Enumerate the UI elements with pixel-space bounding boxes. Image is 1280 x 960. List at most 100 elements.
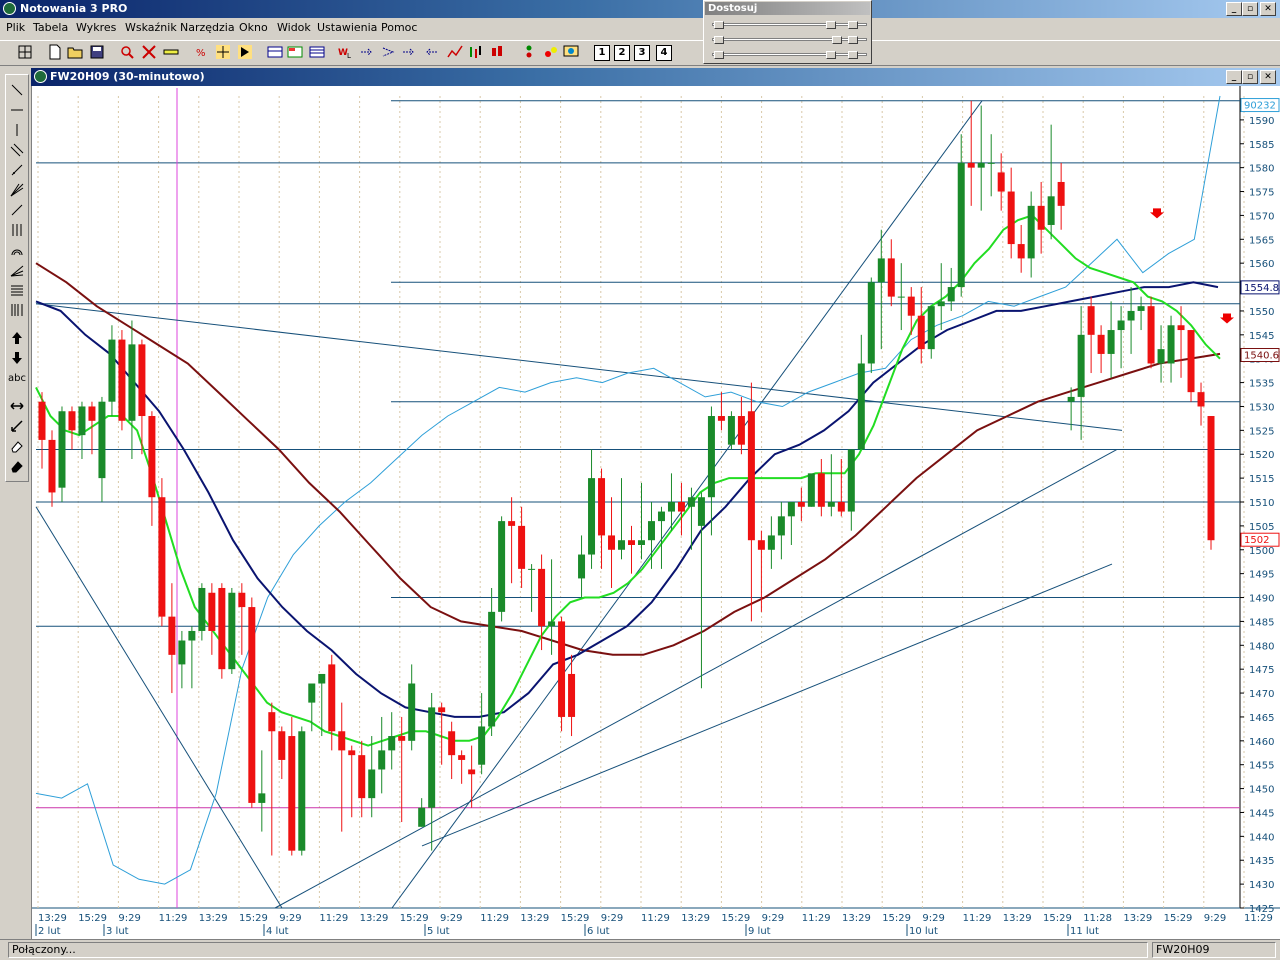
candle-body xyxy=(198,587,206,631)
slider-2-thumb-left[interactable] xyxy=(714,36,724,44)
text-tool-icon[interactable]: abc xyxy=(8,371,26,387)
dostosuj-slider-2[interactable] xyxy=(712,38,867,41)
crosshair-icon[interactable] xyxy=(236,44,254,62)
wl-icon[interactable]: WL xyxy=(338,44,356,62)
arc-tool-icon[interactable] xyxy=(8,243,26,259)
channel-tool-icon[interactable] xyxy=(8,143,26,159)
arrow-down-tool-icon[interactable] xyxy=(8,351,26,367)
candle-body xyxy=(767,535,775,550)
arrow-up-tool-icon[interactable] xyxy=(8,331,26,347)
chart-close-button[interactable]: ✕ xyxy=(1260,70,1276,84)
line-tool-icon[interactable] xyxy=(8,83,26,99)
arrow4-icon[interactable] xyxy=(422,44,440,62)
menu-narzedzia[interactable]: Narzędzia xyxy=(180,21,235,34)
layout-4-button[interactable]: 4 xyxy=(656,45,672,61)
grid-icon[interactable] xyxy=(16,44,34,62)
chart-area[interactable]: 13:29 15:29 9:29 11:29 13:29 15:29 9:29 11:29 13… xyxy=(31,86,1280,939)
delete-icon[interactable] xyxy=(140,44,158,62)
table2-icon[interactable] xyxy=(286,44,304,62)
candle-body xyxy=(418,807,426,827)
zoom-icon[interactable] xyxy=(118,44,136,62)
price-label: 1540.67 xyxy=(1244,351,1280,362)
candle-body xyxy=(398,736,406,741)
dostosuj-slider-3[interactable] xyxy=(712,53,867,56)
gann-tool-icon[interactable] xyxy=(8,263,26,279)
cursor-icon[interactable] xyxy=(214,44,232,62)
table3-icon[interactable] xyxy=(308,44,326,62)
candle-body xyxy=(847,449,855,512)
select-tool-icon[interactable] xyxy=(8,419,26,435)
minimize-button[interactable]: _ xyxy=(1226,2,1242,16)
fibtime-tool-icon[interactable] xyxy=(8,303,26,319)
vline-tool-icon[interactable] xyxy=(8,123,26,139)
eraser-tool-icon[interactable] xyxy=(8,439,26,455)
candle-body xyxy=(238,592,246,608)
slider-2-thumb-right[interactable] xyxy=(848,36,858,44)
candle-body xyxy=(558,621,566,717)
menu-okno[interactable]: Okno xyxy=(239,21,268,34)
slider-3-thumb-right[interactable] xyxy=(848,51,858,59)
menu-wskaznik[interactable]: Wskaźnik xyxy=(125,21,177,34)
candlestick-chart[interactable]: 13:29 15:29 9:29 11:29 13:29 15:29 9:29 11:29 13… xyxy=(32,86,1280,939)
arrow2-icon[interactable] xyxy=(380,44,398,62)
candle-body xyxy=(128,344,136,421)
slider-1-thumb-mid[interactable] xyxy=(826,21,836,29)
layout-2-button[interactable]: 2 xyxy=(614,45,630,61)
candle-body xyxy=(318,673,326,684)
open-icon[interactable] xyxy=(66,44,84,62)
candle-icon[interactable] xyxy=(520,44,538,62)
eraser-all-tool-icon[interactable] xyxy=(8,459,26,475)
menu-pomoc[interactable]: Pomoc xyxy=(381,21,417,34)
slider-2-thumb-mid[interactable] xyxy=(832,36,842,44)
chart-minimize-button[interactable]: _ xyxy=(1226,70,1242,84)
fan-tool-icon[interactable] xyxy=(8,183,26,199)
percent-icon[interactable]: % xyxy=(194,44,212,62)
arrow3-icon[interactable] xyxy=(400,44,418,62)
chart-restore-button[interactable]: ▫ xyxy=(1242,70,1258,84)
y-tick-label: 1550 xyxy=(1249,307,1274,318)
menu-widok[interactable]: Widok xyxy=(277,21,311,34)
trend-tool-icon[interactable] xyxy=(8,163,26,179)
layout-3-button[interactable]: 3 xyxy=(634,45,650,61)
monitor-icon[interactable] xyxy=(562,44,580,62)
fib-tool-icon[interactable] xyxy=(8,283,26,299)
cycles-tool-icon[interactable] xyxy=(8,223,26,239)
save-icon[interactable] xyxy=(88,44,106,62)
x-tick-label: 15:29 xyxy=(1043,913,1072,924)
close-button[interactable]: ✕ xyxy=(1260,2,1276,16)
candle-body xyxy=(368,769,376,799)
menu-wykres[interactable]: Wykres xyxy=(76,21,116,34)
ruler-icon[interactable] xyxy=(162,44,180,62)
candle-body xyxy=(637,540,645,545)
candle-body xyxy=(298,731,306,851)
slider-3-thumb-mid[interactable] xyxy=(826,51,836,59)
slider-3-thumb-left[interactable] xyxy=(714,51,724,59)
table1-icon[interactable] xyxy=(266,44,284,62)
x-tick-label: 15:29 xyxy=(239,913,268,924)
slider-1-thumb-right[interactable] xyxy=(848,21,858,29)
arrow1-icon[interactable] xyxy=(358,44,376,62)
candle-body xyxy=(707,416,715,498)
linechart-icon[interactable] xyxy=(446,44,464,62)
x-tick-label: 9:29 xyxy=(922,913,944,924)
candle-body xyxy=(408,683,416,741)
barchart-icon[interactable] xyxy=(466,44,484,62)
restore-button[interactable]: ▫ xyxy=(1242,2,1258,16)
move-tool-icon[interactable] xyxy=(8,399,26,415)
candle-body xyxy=(737,416,745,445)
ohlc-icon[interactable] xyxy=(488,44,506,62)
x-date-label: 9 lut xyxy=(748,926,771,937)
menu-plik[interactable]: Plik xyxy=(6,21,25,34)
menu-tabela[interactable]: Tabela xyxy=(33,21,68,34)
slider-1-thumb-left[interactable] xyxy=(714,21,724,29)
ray-tool-icon[interactable] xyxy=(8,203,26,219)
layout-1-button[interactable]: 1 xyxy=(594,45,610,61)
new-icon[interactable] xyxy=(46,44,64,62)
hline-tool-icon[interactable] xyxy=(8,103,26,119)
candle-body xyxy=(1147,306,1155,364)
menu-ustawienia[interactable]: Ustawienia xyxy=(317,21,377,34)
dots-icon[interactable] xyxy=(542,44,560,62)
dostosuj-slider-1[interactable] xyxy=(712,23,867,26)
candle-body xyxy=(458,755,466,760)
price-label: 1502 xyxy=(1244,535,1269,546)
